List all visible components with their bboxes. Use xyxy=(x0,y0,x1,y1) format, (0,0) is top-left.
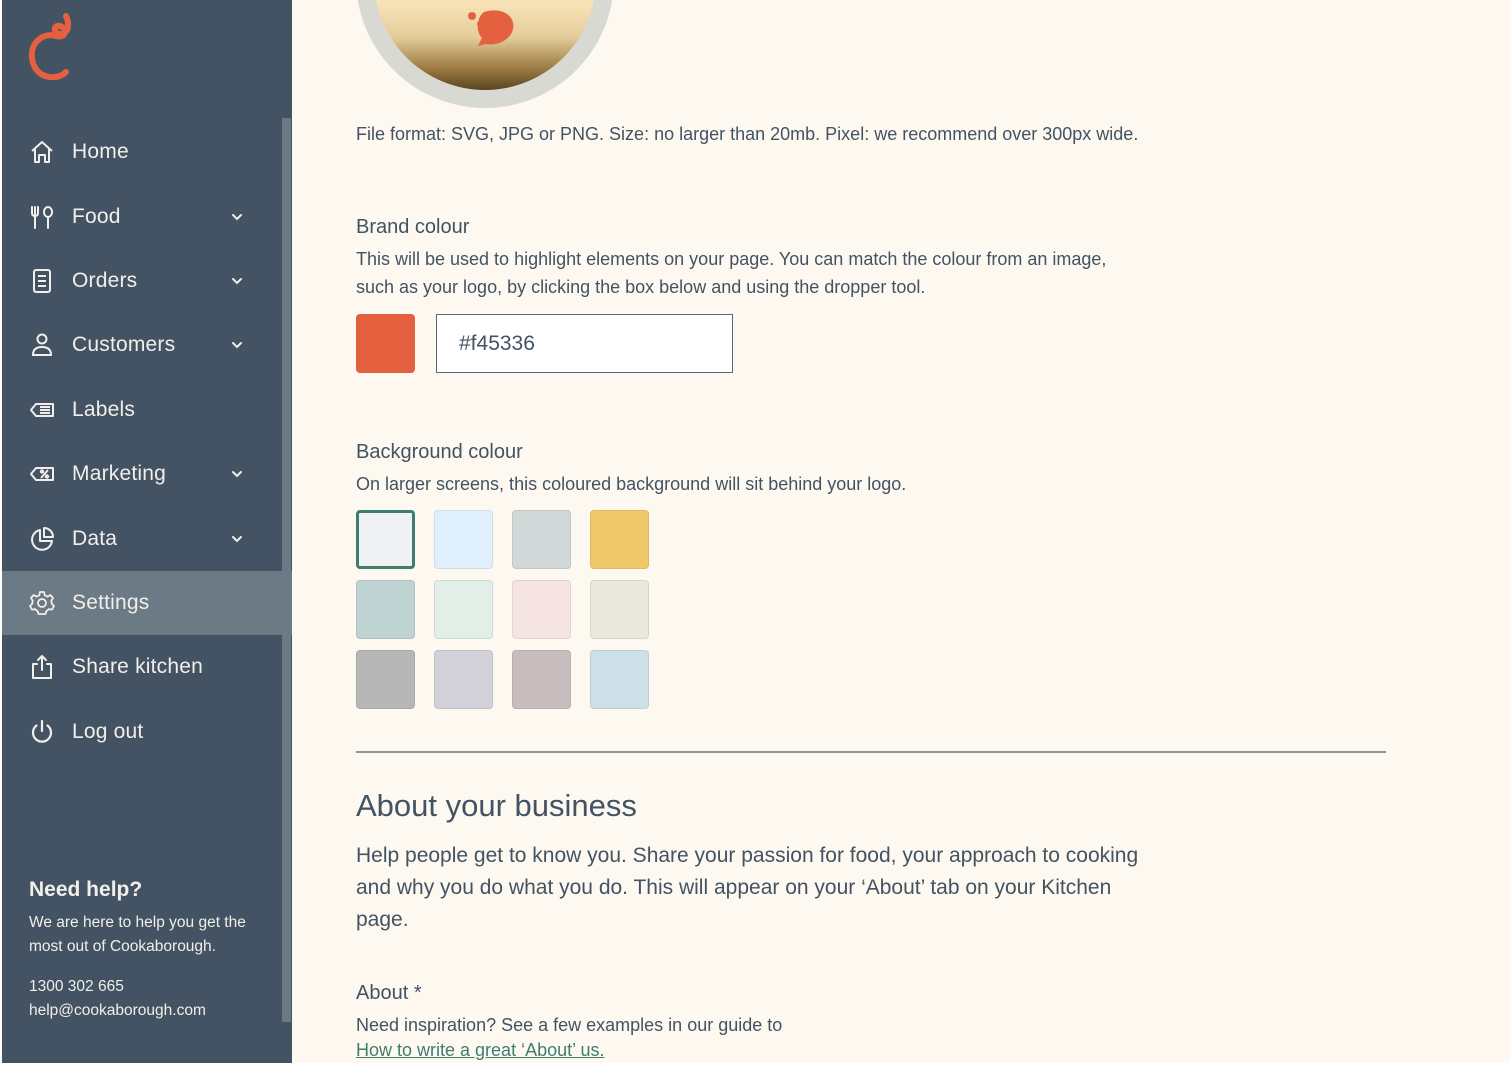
background-colour-swatch[interactable] xyxy=(512,650,571,709)
sidebar: Home Food Orders Customers Labels Market… xyxy=(2,0,292,1063)
background-colour-swatch[interactable] xyxy=(356,510,415,569)
background-colour-label: Background colour xyxy=(356,441,523,463)
logo-image xyxy=(374,0,596,90)
sidebar-item-label: Home xyxy=(72,140,129,164)
sidebar-item-share-kitchen[interactable]: Share kitchen xyxy=(2,635,282,699)
chevron-down-icon[interactable] xyxy=(230,338,244,352)
background-colour-swatch[interactable] xyxy=(434,580,493,639)
mascot-icon xyxy=(468,10,514,47)
brand-colour-hex-input[interactable] xyxy=(436,314,733,373)
sidebar-item-label: Marketing xyxy=(72,462,167,486)
about-business-title: About your business xyxy=(356,788,637,823)
help-title: Need help? xyxy=(29,878,143,901)
background-colour-swatch[interactable] xyxy=(356,650,415,709)
user-icon xyxy=(28,331,56,359)
file-format-hint: File format: SVG, JPG or PNG. Size: no l… xyxy=(356,124,1139,144)
about-field-label: About * xyxy=(356,982,422,1004)
sidebar-item-orders[interactable]: Orders xyxy=(2,249,282,313)
chevron-down-icon[interactable] xyxy=(230,532,244,546)
help-panel: Need help? We are here to help you get t… xyxy=(29,878,269,1023)
background-colour-swatch[interactable] xyxy=(434,510,493,569)
sidebar-item-settings[interactable]: Settings xyxy=(2,570,292,636)
chevron-down-icon[interactable] xyxy=(230,274,244,288)
sidebar-item-label: Orders xyxy=(72,268,138,292)
label-tag-icon xyxy=(28,396,56,424)
share-icon xyxy=(28,653,56,681)
chevron-down-icon[interactable] xyxy=(230,210,244,224)
utensils-icon xyxy=(28,203,56,231)
sidebar-item-label: Settings xyxy=(72,590,150,614)
background-colour-swatches xyxy=(356,510,649,709)
home-icon xyxy=(28,138,56,166)
brand-colour-description: This will be used to highlight elements … xyxy=(356,249,1107,297)
sidebar-scrollbar[interactable] xyxy=(282,118,291,1022)
sidebar-item-label: Share kitchen xyxy=(72,655,204,679)
sidebar-item-data[interactable]: Data xyxy=(2,506,282,570)
sidebar-item-labels[interactable]: Labels xyxy=(2,378,282,442)
background-colour-swatch[interactable] xyxy=(590,580,649,639)
sidebar-item-customers[interactable]: Customers xyxy=(2,313,282,377)
power-icon xyxy=(28,718,56,746)
chevron-down-icon[interactable] xyxy=(230,467,244,481)
about-business-description: Help people get to know you. Share your … xyxy=(356,844,1139,931)
discount-tag-icon xyxy=(28,460,56,488)
background-colour-swatch[interactable] xyxy=(434,650,493,709)
sidebar-item-label: Data xyxy=(72,526,118,550)
background-colour-swatch[interactable] xyxy=(590,510,649,569)
app-frame: Home Food Orders Customers Labels Market… xyxy=(2,0,1510,1063)
sidebar-item-marketing[interactable]: Marketing xyxy=(2,442,282,506)
background-colour-swatch[interactable] xyxy=(590,650,649,709)
about-field-hint: Need inspiration? See a few examples in … xyxy=(356,1015,783,1035)
sidebar-item-log-out[interactable]: Log out xyxy=(2,700,282,764)
sidebar-item-food[interactable]: Food xyxy=(2,184,282,248)
background-colour-swatch[interactable] xyxy=(512,510,571,569)
help-text: We are here to help you get the most out… xyxy=(29,914,246,955)
background-colour-swatch[interactable] xyxy=(356,580,415,639)
pie-chart-icon xyxy=(28,525,56,553)
sidebar-item-label: Labels xyxy=(72,397,136,421)
sidebar-nav: Home Food Orders Customers Labels Market… xyxy=(2,120,292,764)
section-divider xyxy=(356,751,1386,753)
gear-icon xyxy=(28,589,56,617)
help-phone[interactable]: 1300 302 665 xyxy=(29,975,269,999)
background-colour-swatch[interactable] xyxy=(512,580,571,639)
sidebar-item-label: Food xyxy=(72,204,121,228)
brand-colour-label: Brand colour xyxy=(356,216,470,238)
sidebar-item-label: Customers xyxy=(72,333,176,357)
background-colour-description: On larger screens, this coloured backgro… xyxy=(356,474,907,494)
sidebar-item-label: Log out xyxy=(72,719,144,743)
brand-colour-picker[interactable] xyxy=(356,314,415,373)
about-guide-link[interactable]: How to write a great ‘About’ us. xyxy=(356,1040,604,1061)
help-email[interactable]: help@cookaborough.com xyxy=(29,999,269,1023)
receipt-icon xyxy=(28,267,56,295)
sidebar-item-home[interactable]: Home xyxy=(2,120,282,184)
kitchen-logo-preview[interactable] xyxy=(356,0,614,108)
cookaborough-logo-icon[interactable] xyxy=(26,10,76,80)
